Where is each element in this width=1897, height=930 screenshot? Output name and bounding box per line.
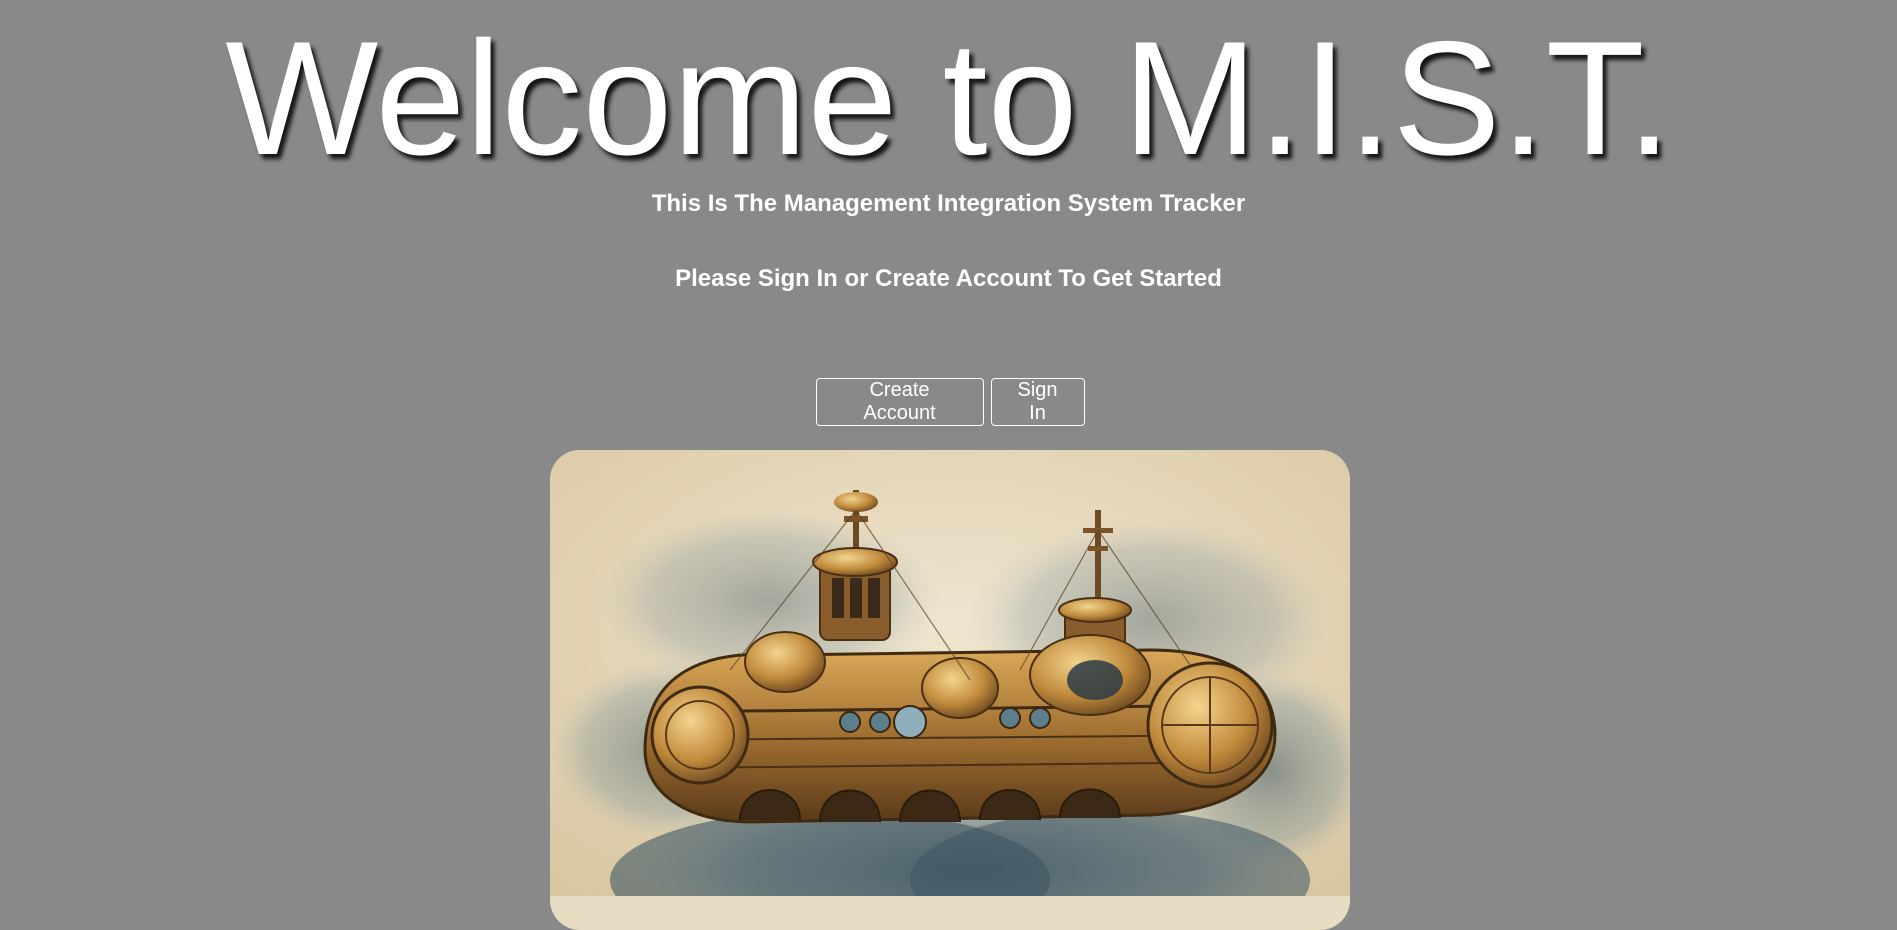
auth-button-group: Create Account Sign In (0, 378, 1897, 426)
signin-prompt: Please Sign In or Create Account To Get … (675, 265, 1222, 292)
page-subtitle: This Is The Management Integration Syste… (651, 190, 1246, 217)
sign-in-button[interactable]: Sign In (990, 378, 1085, 426)
create-account-button[interactable]: Create Account (815, 378, 984, 426)
page-title: Welcome to M.I.S.T. (225, 8, 1672, 189)
steampunk-airship-illustration-icon (550, 450, 1350, 896)
hero-image (550, 450, 1350, 930)
